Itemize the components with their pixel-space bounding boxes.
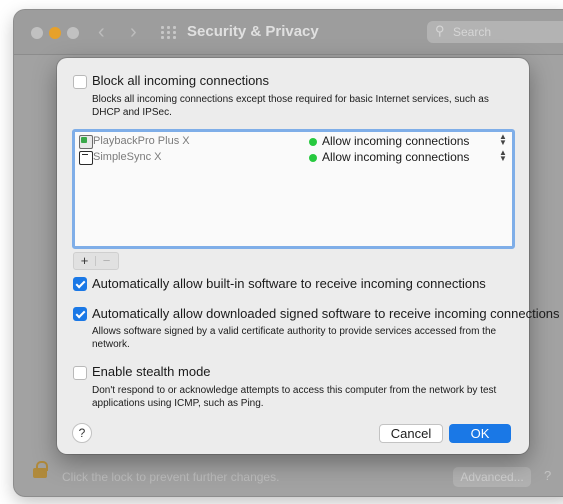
back-arrow-icon[interactable]: ‹ [98, 22, 105, 42]
app-name: PlaybackPro Plus X [93, 135, 190, 147]
show-all-grid-icon[interactable] [161, 26, 176, 39]
status-dot-icon [309, 154, 317, 162]
simplesync-app-icon [79, 151, 93, 165]
list-item[interactable]: PlaybackPro Plus X Allow incoming connec… [75, 133, 512, 150]
window-title: Security & Privacy [187, 23, 319, 40]
search-placeholder: Search [453, 25, 492, 39]
connection-status[interactable]: Allow incoming connections [322, 134, 469, 148]
add-app-button[interactable]: + [74, 253, 95, 269]
block-all-label: Block all incoming connections [92, 73, 270, 88]
cancel-button[interactable]: Cancel [379, 424, 443, 443]
connection-status[interactable]: Allow incoming connections [322, 150, 469, 164]
remove-app-button[interactable]: − [96, 253, 117, 269]
lock-icon[interactable] [33, 461, 48, 478]
application-list[interactable]: PlaybackPro Plus X Allow incoming connec… [72, 129, 515, 249]
block-all-checkbox[interactable] [73, 75, 87, 89]
window-help-button[interactable]: ? [544, 468, 551, 483]
zoom-window-button[interactable] [67, 27, 79, 39]
auto-allow-signed-description: Allows software signed by a valid certif… [92, 326, 497, 350]
title-bar: ‹ › Security & Privacy ⚲ Search [14, 10, 563, 55]
block-all-description: Blocks all incoming connections except t… [92, 94, 489, 118]
auto-allow-builtin-label: Automatically allow built-in software to… [92, 276, 486, 291]
help-button[interactable]: ? [72, 423, 92, 443]
ok-button[interactable]: OK [449, 424, 511, 443]
status-dot-icon [309, 138, 317, 146]
forward-arrow-icon[interactable]: › [130, 22, 137, 42]
stealth-mode-checkbox[interactable] [73, 366, 87, 380]
search-input[interactable]: ⚲ Search [427, 21, 563, 43]
playbackpro-app-icon [79, 135, 93, 149]
stealth-mode-description: Don't respond to or acknowledge attempts… [92, 385, 497, 409]
auto-allow-builtin-checkbox[interactable] [73, 277, 87, 291]
stealth-mode-label: Enable stealth mode [92, 364, 211, 379]
add-remove-control: + − [73, 252, 119, 270]
app-name: SimpleSync X [93, 151, 162, 163]
list-item[interactable]: SimpleSync X Allow incoming connections … [75, 149, 512, 166]
firewall-options-sheet: Block all incoming connections Blocks al… [57, 58, 560, 454]
advanced-button[interactable]: Advanced... [453, 467, 531, 487]
lock-hint-text: Click the lock to prevent further change… [62, 470, 280, 484]
status-popup-chevron-icon[interactable]: ▲ ▼ [499, 149, 507, 163]
close-window-button[interactable] [31, 27, 43, 39]
minimize-window-button[interactable] [49, 27, 61, 39]
auto-allow-signed-checkbox[interactable] [73, 307, 87, 321]
search-icon: ⚲ [435, 23, 445, 38]
status-popup-chevron-icon[interactable]: ▲ ▼ [499, 133, 507, 147]
auto-allow-signed-label: Automatically allow downloaded signed so… [92, 306, 560, 321]
